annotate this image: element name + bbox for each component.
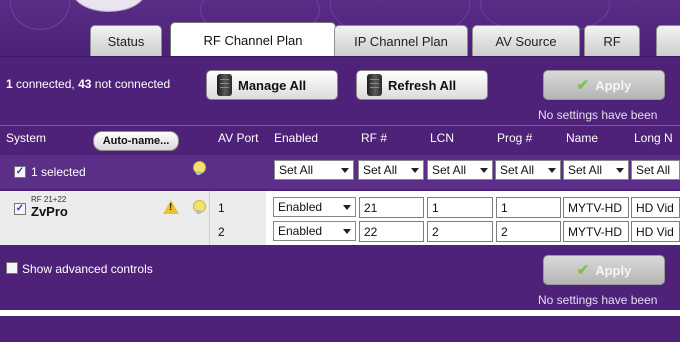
column-header-lcn: LCN <box>430 131 455 145</box>
set-all-long-name-select[interactable]: Set All <box>631 160 680 180</box>
decorative-swirl <box>10 0 70 30</box>
tab-rf[interactable]: RF <box>584 25 640 56</box>
column-header-enabled: Enabled <box>274 131 319 145</box>
check-icon: ✔ <box>576 262 590 279</box>
lcn-input-row-2[interactable]: 2 <box>427 221 493 242</box>
column-header-prog: Prog # <box>497 131 533 145</box>
set-all-prog-select[interactable]: Set All <box>495 160 561 180</box>
tab-av-source[interactable]: AV Source <box>472 25 580 56</box>
name-input-row-1[interactable]: MYTV-HD <box>563 197 629 218</box>
tab-status[interactable]: Status <box>90 25 162 56</box>
lcn-input-row-1[interactable]: 1 <box>427 197 493 218</box>
prog-input-row-2[interactable]: 2 <box>496 221 561 242</box>
apply-status-bottom: No settings have been <box>538 293 658 307</box>
chevron-down-icon <box>480 168 488 173</box>
column-header-name: Name <box>566 131 599 145</box>
name-input-row-2[interactable]: MYTV-HD <box>563 221 629 242</box>
apply-button-top[interactable]: ✔ Apply <box>543 70 665 100</box>
show-advanced-checkbox[interactable] <box>6 262 18 274</box>
chevron-down-icon <box>343 229 351 234</box>
lightbulb-icon[interactable] <box>193 200 206 214</box>
server-icon <box>217 74 232 96</box>
apply-status-top: No settings have been <box>538 108 658 122</box>
tab-ip-channel-plan[interactable]: IP Channel Plan <box>334 25 468 56</box>
set-all-lcn-select[interactable]: Set All <box>427 160 493 180</box>
select-all-checkbox[interactable]: ✓ <box>14 166 26 178</box>
warning-icon[interactable] <box>163 200 179 214</box>
manage-all-button[interactable]: Manage All <box>206 70 338 100</box>
column-header-system: System <box>6 131 47 145</box>
av-port-1: 1 <box>218 201 225 215</box>
divider <box>0 125 680 126</box>
set-all-enabled-select[interactable]: Set All <box>274 160 354 180</box>
set-all-rf-select[interactable]: Set All <box>358 160 424 180</box>
device-name: ZvPro <box>31 204 68 219</box>
selected-count: 1 selected <box>31 165 86 179</box>
tab-more[interactable] <box>656 25 680 56</box>
logo <box>72 0 146 12</box>
footer-strip <box>0 316 680 342</box>
long-name-input-row-2[interactable]: HD Vid <box>631 221 680 242</box>
enabled-select-row-2[interactable]: Enabled <box>273 221 356 241</box>
lightbulb-icon[interactable] <box>193 161 206 175</box>
column-header-long-name: Long N <box>634 131 673 145</box>
column-header-rf: RF # <box>361 131 388 145</box>
chevron-down-icon <box>341 168 349 173</box>
chevron-down-icon <box>548 168 556 173</box>
av-port-2: 2 <box>218 225 225 239</box>
apply-button-bottom[interactable]: ✔ Apply <box>543 255 665 285</box>
rf-input-row-2[interactable]: 22 <box>359 221 424 242</box>
device-rf-label: RF 21+22 <box>31 195 67 204</box>
server-icon <box>367 74 382 96</box>
long-name-input-row-1[interactable]: HD Vid <box>631 197 680 218</box>
enabled-select-row-1[interactable]: Enabled <box>273 197 356 217</box>
show-advanced-label: Show advanced controls <box>22 262 153 276</box>
tab-rf-channel-plan[interactable]: RF Channel Plan <box>170 22 336 57</box>
prog-input-row-1[interactable]: 1 <box>496 197 561 218</box>
column-header-av-port: AV Port <box>218 131 259 145</box>
auto-name-button[interactable]: Auto-name... <box>93 131 179 151</box>
chevron-down-icon <box>411 168 419 173</box>
chevron-down-icon <box>616 168 624 173</box>
set-all-name-select[interactable]: Set All <box>563 160 629 180</box>
connection-status: 1 connected, 43 not connected <box>6 77 171 91</box>
check-icon: ✔ <box>576 77 590 94</box>
rf-input-row-1[interactable]: 21 <box>359 197 424 218</box>
refresh-all-button[interactable]: Refresh All <box>356 70 488 100</box>
chevron-down-icon <box>343 205 351 210</box>
device-checkbox[interactable]: ✓ <box>14 203 26 215</box>
